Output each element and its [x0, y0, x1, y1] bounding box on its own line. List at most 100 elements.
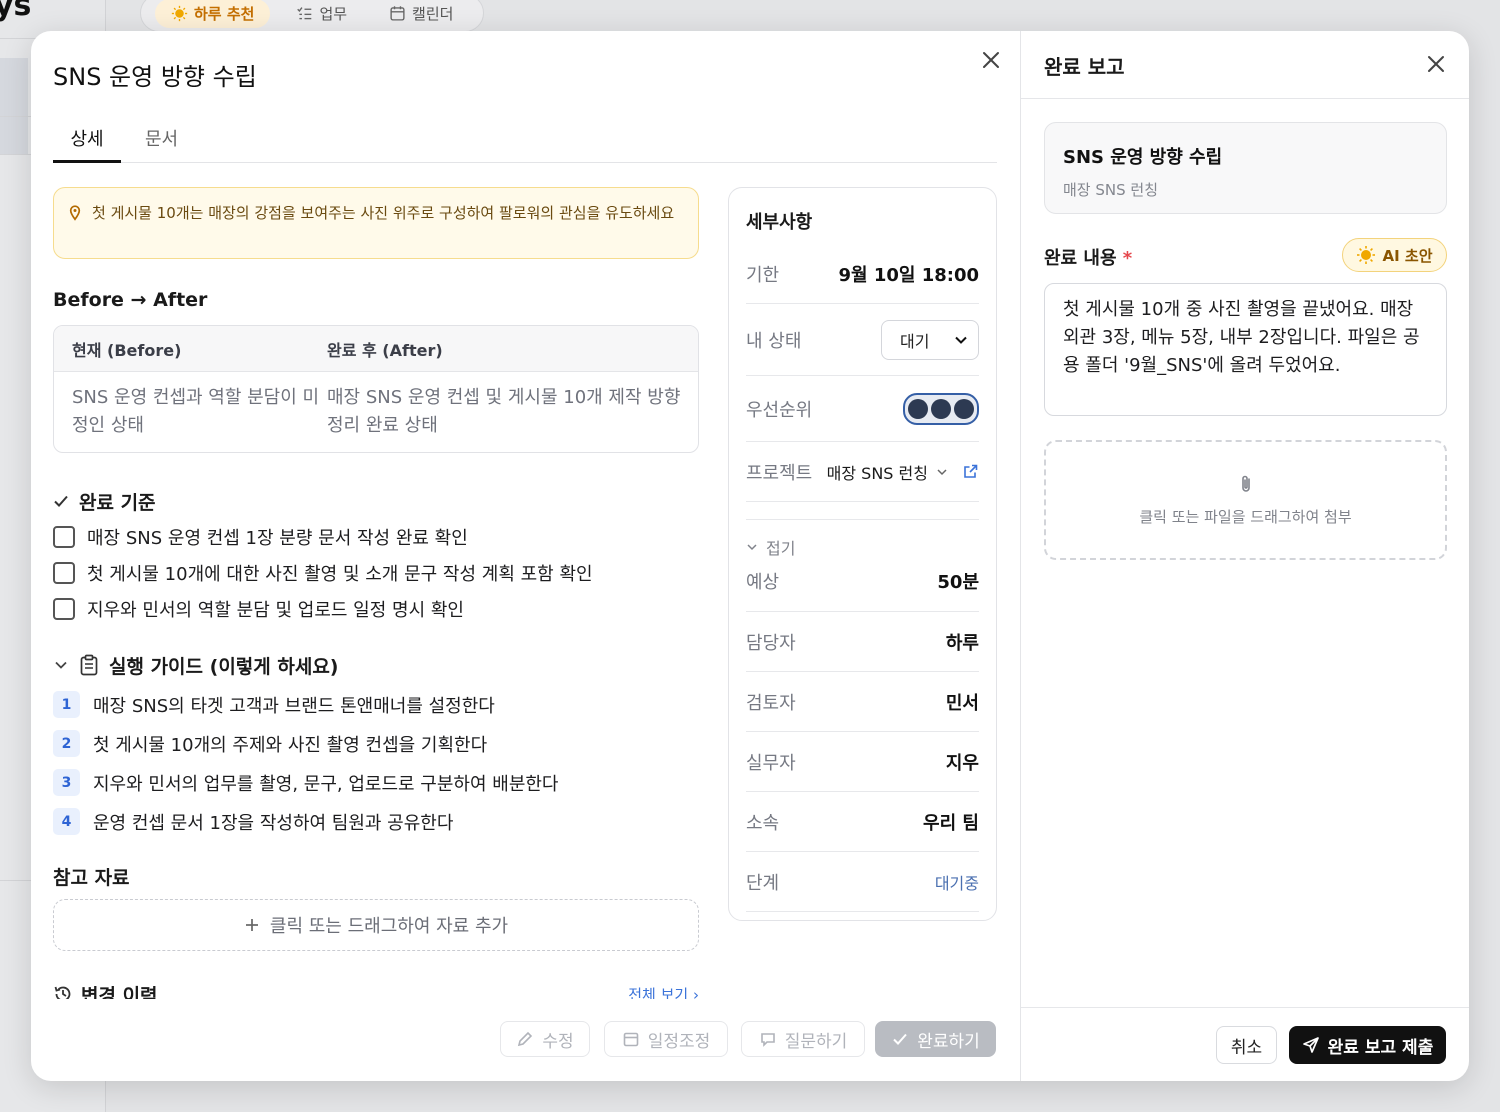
detail-row-deadline: 기한 9월 10일 18:00 [746, 244, 979, 304]
clipboard-icon [80, 654, 98, 676]
task-title: SNS 운영 방향 수립 [53, 63, 257, 91]
deadline-value: 9월 10일 18:00 [838, 264, 979, 286]
check-icon [893, 1033, 907, 1045]
before-after-heading: Before → After [53, 289, 208, 311]
detail-label: 예상 [746, 572, 780, 593]
guide-step: 4 운영 컨셉 문서 1장을 작성하여 팀원과 공유한다 [53, 802, 699, 841]
detail-row-team: 소속 우리 팀 [746, 792, 979, 852]
chevron-down-icon[interactable] [53, 657, 69, 673]
step-number: 3 [53, 769, 80, 796]
criteria-heading: 완료 기준 [53, 483, 699, 519]
plus-icon [245, 919, 258, 931]
step-text: 매장 SNS의 타겟 고객과 브랜드 톤앤매너를 설정한다 [93, 695, 495, 717]
after-cell: 매장 SNS 운영 컨셉 및 게시물 10개 제작 방향 정리 완료 상태 [327, 387, 681, 436]
table-row: SNS 운영 컨셉과 역할 분담이 미정인 상태 매장 SNS 운영 컨셉 및 … [54, 372, 698, 452]
report-content-textarea[interactable]: 첫 게시물 10개 중 사진 촬영을 끝냈어요. 매장 외관 3장, 메뉴 5장… [1044, 283, 1447, 416]
report-task-title: SNS 운영 방향 수립 [1063, 147, 1223, 168]
detail-label: 프로젝트 [746, 462, 813, 484]
guide-step: 1 매장 SNS의 타겟 고객과 브랜드 톤앤매너를 설정한다 [53, 685, 699, 724]
paperclip-icon [1241, 475, 1250, 492]
history-header: 변경 이력 전체 보기 › [53, 979, 699, 999]
detail-label: 소속 [746, 812, 780, 834]
report-task-project: 매장 SNS 런칭 [1063, 181, 1159, 199]
nav-tab-calendar[interactable]: 캘린더 [373, 0, 469, 28]
detail-label: 검토자 [746, 692, 796, 714]
complete-button[interactable]: 완료하기 [875, 1021, 996, 1057]
required-mark: * [1122, 248, 1133, 269]
content-label: 완료 내용 * [1044, 244, 1132, 270]
external-link-icon[interactable] [962, 463, 979, 480]
edit-button[interactable]: 수정 [500, 1021, 590, 1057]
app-logo: ys [0, 0, 32, 23]
chevron-down-icon [955, 336, 967, 344]
reviewer-value: 민서 [945, 692, 979, 714]
checkbox[interactable] [53, 562, 75, 584]
file-attach-dropzone[interactable]: 클릭 또는 파일을 드래그하여 첨부 [1044, 440, 1447, 560]
priority-dot [954, 398, 974, 419]
send-icon [1302, 1037, 1319, 1053]
ask-button[interactable]: 질문하기 [741, 1021, 865, 1057]
history-view-all-link[interactable]: 전체 보기 › [628, 984, 699, 1000]
chevron-down-icon [937, 468, 947, 475]
dropzone-label: 클릭 또는 드래그하여 자료 추가 [269, 916, 509, 937]
detail-label: 우선순위 [746, 399, 813, 421]
collapse-toggle[interactable]: 접기 [746, 520, 979, 568]
detail-row-worker: 실무자 지우 [746, 732, 979, 792]
detail-row-status: 내 상태 대기 [746, 304, 979, 376]
guide-heading[interactable]: 실행 가이드 (이렇게 하세요) [53, 645, 699, 685]
estimate-value: 50분 [937, 572, 979, 593]
sidebar-selected-item [0, 58, 28, 154]
details-heading: 세부사항 [746, 212, 813, 233]
reschedule-button[interactable]: 일정조정 [604, 1021, 728, 1057]
nav-tab-label: 하루 추천 [194, 4, 255, 23]
task-detail-pane: SNS 운영 방향 수립 상세 문서 첫 게시물 10개는 매장의 강점을 보여… [31, 31, 1020, 1081]
owner-value: 하루 [945, 632, 979, 654]
history-icon [54, 986, 71, 999]
before-cell: SNS 운영 컨셉과 역할 분담이 미정인 상태 [72, 387, 320, 436]
detail-label: 기한 [746, 264, 780, 286]
edit-button-label: 수정 [542, 1031, 574, 1052]
detail-row-owner: 담당자 하루 [746, 612, 979, 672]
attach-label: 클릭 또는 파일을 드래그하여 첨부 [1139, 507, 1352, 526]
sun-icon [1357, 246, 1376, 264]
step-number: 2 [53, 730, 80, 757]
submit-report-label: 완료 보고 제출 [1327, 1037, 1434, 1058]
close-icon[interactable] [1424, 52, 1448, 76]
priority-dot [908, 398, 928, 419]
cancel-button[interactable]: 취소 [1216, 1026, 1277, 1064]
references-heading: 참고 자료 [53, 867, 130, 889]
header-divider [1021, 98, 1469, 99]
status-select[interactable]: 대기 [881, 319, 979, 360]
priority-indicator[interactable] [903, 392, 979, 425]
detail-row-project: 프로젝트 매장 SNS 런칭 [746, 442, 979, 502]
detail-row-priority: 우선순위 [746, 376, 979, 442]
nav-tab-tasks[interactable]: 업무 [280, 0, 363, 28]
tip-banner: 첫 게시물 10개는 매장의 강점을 보여주는 사진 위주로 구성하여 팔로워의… [53, 187, 699, 259]
nav-tab-label: 캘린더 [412, 4, 454, 23]
submit-report-button[interactable]: 완료 보고 제출 [1289, 1026, 1446, 1064]
criteria-item[interactable]: 첫 게시물 10개에 대한 사진 촬영 및 소개 문구 작성 계획 포함 확인 [53, 555, 699, 591]
footer-divider [1021, 1007, 1469, 1008]
project-selector[interactable]: 매장 SNS 런칭 [827, 460, 979, 484]
tip-text: 첫 게시물 10개는 매장의 강점을 보여주는 사진 위주로 구성하여 팔로워의… [92, 204, 675, 222]
project-value: 매장 SNS 런칭 [826, 463, 928, 483]
close-icon[interactable] [979, 48, 1003, 72]
detail-row-reviewer: 검토자 민서 [746, 672, 979, 732]
criteria-item[interactable]: 지우와 민서의 역할 분담 및 업로드 일정 명시 확인 [53, 591, 699, 627]
ai-draft-button[interactable]: AI 초안 [1342, 238, 1447, 272]
nav-tab-today[interactable]: 하루 추천 [155, 0, 271, 28]
step-number: 1 [53, 691, 80, 718]
table-header: 현재 (Before) 완료 후 (After) [54, 326, 698, 372]
tab-documents[interactable]: 문서 [129, 123, 194, 163]
checkbox[interactable] [53, 598, 75, 620]
criteria-item-label: 지우와 민서의 역할 분담 및 업로드 일정 명시 확인 [87, 600, 464, 621]
guide-heading-label: 실행 가이드 (이렇게 하세요) [109, 655, 339, 678]
reference-dropzone[interactable]: 클릭 또는 드래그하여 자료 추가 [53, 899, 699, 951]
content-label-text: 완료 내용 [1044, 248, 1117, 269]
tab-detail[interactable]: 상세 [53, 123, 121, 163]
checkbox[interactable] [53, 526, 75, 548]
task-detail-scroll[interactable]: 첫 게시물 10개는 매장의 강점을 보여주는 사진 위주로 구성하여 팔로워의… [53, 187, 699, 999]
criteria-item[interactable]: 매장 SNS 운영 컨셉 1장 분량 문서 작성 완료 확인 [53, 519, 699, 555]
pencil-icon [518, 1031, 533, 1047]
history-heading: 변경 이력 [81, 984, 158, 1000]
